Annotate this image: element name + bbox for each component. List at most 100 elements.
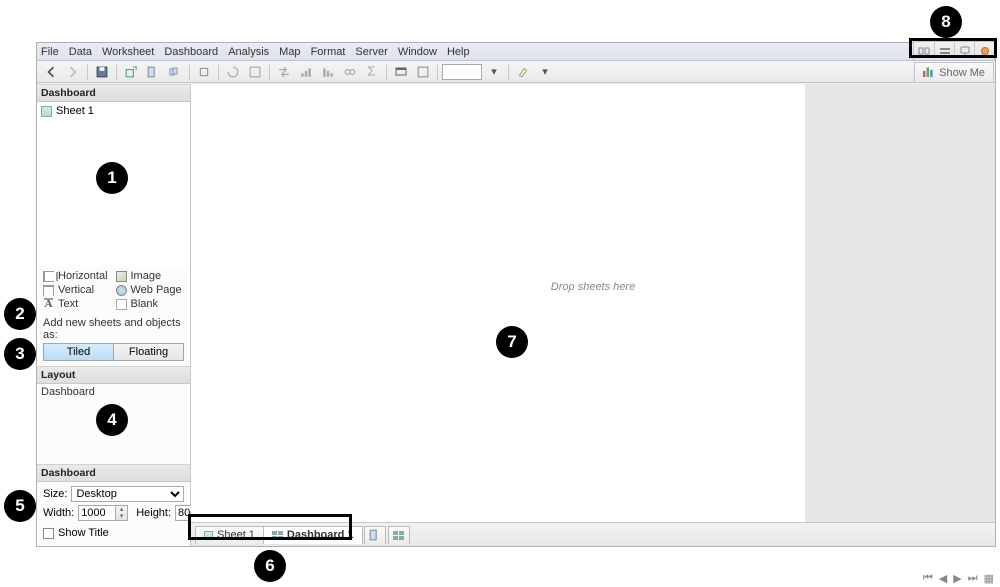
forward-button[interactable]: [63, 63, 83, 81]
menu-worksheet[interactable]: Worksheet: [102, 46, 154, 58]
new-worksheet-button[interactable]: [364, 526, 386, 544]
color-dropdown-icon[interactable]: ▾: [484, 63, 504, 81]
annotation-8: 8: [930, 6, 962, 38]
sort-asc-button[interactable]: [296, 63, 316, 81]
svg-text:Σ: Σ: [367, 66, 375, 78]
dashboard-icon: [393, 531, 404, 540]
canvas-overflow-area: [805, 84, 995, 522]
dashboard-size-panel: Size: Desktop Width: ▴▾ Height: ▴▾ Show …: [37, 482, 190, 546]
swap-button[interactable]: [274, 63, 294, 81]
toolbar: + Σ ▾ ▾: [37, 61, 995, 83]
object-vertical[interactable]: Vertical: [43, 284, 112, 296]
nav-last-icon[interactable]: ⏭: [968, 572, 978, 585]
view-cards-button[interactable]: [914, 42, 934, 60]
annotation-2: 2: [4, 298, 36, 330]
menu-analysis[interactable]: Analysis: [228, 46, 269, 58]
width-label: Width:: [43, 507, 74, 519]
size-select[interactable]: Desktop: [71, 486, 184, 502]
worksheet-icon: [41, 106, 52, 117]
app-window: File Data Worksheet Dashboard Analysis M…: [36, 42, 996, 547]
nav-prev-icon[interactable]: ◀: [939, 572, 947, 585]
object-image[interactable]: Image: [116, 270, 185, 282]
layout-root-label: Dashboard: [41, 386, 95, 398]
sheet-list-label: Sheet 1: [56, 105, 94, 117]
text-icon: A: [43, 299, 54, 310]
vertical-icon: [43, 285, 54, 296]
dashboard-section-header: Dashboard: [37, 84, 190, 102]
image-icon: [116, 271, 127, 282]
sort-desc-button[interactable]: [318, 63, 338, 81]
nav-next-icon[interactable]: ▶: [953, 572, 961, 585]
height-label: Height:: [136, 507, 171, 519]
canvas-wrap: Drop sheets here Sheet 1 Dashboard 1: [191, 84, 995, 546]
highlight-color[interactable]: [442, 64, 482, 80]
worksheet-icon: [204, 531, 213, 540]
menu-dashboard[interactable]: Dashboard: [164, 46, 218, 58]
menu-data[interactable]: Data: [69, 46, 92, 58]
autoupdate-button[interactable]: [223, 63, 243, 81]
view-help-button[interactable]: [974, 42, 994, 60]
menu-bar: File Data Worksheet Dashboard Analysis M…: [37, 43, 995, 61]
menu-help[interactable]: Help: [447, 46, 470, 58]
save-button[interactable]: [92, 63, 112, 81]
group-button[interactable]: [340, 63, 360, 81]
width-input[interactable]: [78, 505, 116, 521]
sheet-list-item[interactable]: Sheet 1: [41, 104, 186, 118]
svg-text:+: +: [132, 66, 137, 74]
new-datasource-button[interactable]: +: [121, 63, 141, 81]
add-new-label: Add new sheets and objects as:: [43, 317, 184, 341]
dashboard-size-header: Dashboard: [37, 464, 190, 482]
menu-server[interactable]: Server: [355, 46, 387, 58]
object-webpage[interactable]: Web Page: [116, 284, 185, 296]
dashboard-objects: Horizontal Image Vertical Web Page AText…: [37, 266, 190, 314]
presentation-button[interactable]: [391, 63, 411, 81]
annotation-5: 5: [4, 490, 36, 522]
side-panel: Dashboard Sheet 1 Horizontal Image Verti…: [37, 84, 191, 546]
object-text[interactable]: AText: [43, 298, 112, 310]
nav-menu-icon[interactable]: ▦: [984, 572, 994, 585]
new-sheet-button[interactable]: [143, 63, 163, 81]
menu-format[interactable]: Format: [311, 46, 346, 58]
layout-section-header: Layout: [37, 366, 190, 384]
tiled-button[interactable]: Tiled: [44, 344, 114, 360]
horizontal-icon: [43, 271, 54, 282]
highlight-dropdown-icon[interactable]: ▾: [535, 63, 555, 81]
floating-button[interactable]: Floating: [114, 344, 183, 360]
view-presentation-button[interactable]: [954, 42, 974, 60]
tab-sheet1[interactable]: Sheet 1: [195, 526, 264, 544]
menu-map[interactable]: Map: [279, 46, 300, 58]
drop-hint: Drop sheets here: [551, 281, 635, 293]
fit-dropdown[interactable]: [413, 63, 433, 81]
highlight-button[interactable]: [513, 63, 533, 81]
back-button[interactable]: [41, 63, 61, 81]
show-title-checkbox[interactable]: [43, 528, 54, 539]
annotation-3: 3: [4, 338, 36, 370]
annotation-6: 6: [254, 550, 286, 582]
duplicate-button[interactable]: [165, 63, 185, 81]
annotation-1: 1: [96, 162, 128, 194]
nav-first-icon[interactable]: ⏮: [923, 572, 933, 585]
show-me-label: Show Me: [939, 67, 985, 79]
clear-button[interactable]: [194, 63, 214, 81]
show-me-button[interactable]: Show Me: [914, 62, 994, 83]
dashboard-canvas[interactable]: Drop sheets here: [191, 84, 995, 522]
annotation-4: 4: [96, 404, 128, 436]
menu-window[interactable]: Window: [398, 46, 437, 58]
aggregate-button[interactable]: Σ: [362, 63, 382, 81]
view-mode-group: [913, 41, 995, 61]
blank-icon: [116, 299, 127, 310]
dashboard-icon: [272, 531, 283, 540]
sheet-tabs-bar: Sheet 1 Dashboard 1: [191, 522, 995, 546]
annotation-7: 7: [496, 326, 528, 358]
menu-file[interactable]: File: [41, 46, 59, 58]
new-dashboard-button[interactable]: [388, 526, 410, 544]
object-blank[interactable]: Blank: [116, 298, 185, 310]
run-button[interactable]: [245, 63, 265, 81]
show-me-icon: [923, 65, 935, 80]
webpage-icon: [116, 285, 127, 296]
status-nav: ⏮ ◀ ▶ ⏭ ▦: [923, 572, 994, 585]
tab-dashboard1[interactable]: Dashboard 1: [263, 526, 363, 544]
width-spinner-icon[interactable]: ▴▾: [116, 505, 128, 521]
view-list-button[interactable]: [934, 42, 954, 60]
object-horizontal[interactable]: Horizontal: [43, 270, 112, 282]
